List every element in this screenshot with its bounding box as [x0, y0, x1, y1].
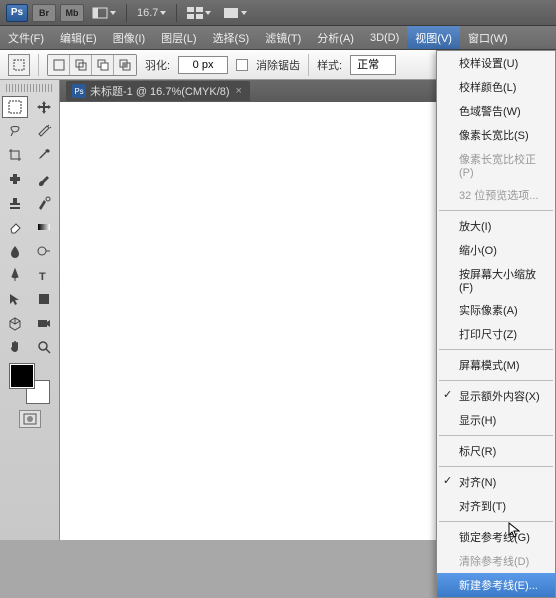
pen-tool[interactable] [2, 264, 28, 286]
foreground-color[interactable] [10, 364, 34, 388]
active-tool-icon[interactable] [8, 54, 30, 76]
antialias-checkbox[interactable] [236, 59, 248, 71]
selection-add[interactable] [70, 55, 92, 75]
photoshop-logo: Ps [6, 4, 28, 22]
menu-lock-guides[interactable]: 锁定参考线(G) [437, 525, 555, 549]
menu-layer[interactable]: 图层(L) [153, 26, 204, 49]
screen-icon [223, 7, 239, 19]
menu-rulers[interactable]: 标尺(R) [437, 439, 555, 463]
feather-input[interactable] [178, 56, 228, 74]
menu-file[interactable]: 文件(F) [0, 26, 52, 49]
menu-select[interactable]: 选择(S) [205, 26, 258, 49]
menu-window[interactable]: 窗口(W) [460, 26, 516, 49]
magic-wand-tool[interactable] [31, 120, 57, 142]
lasso-tool[interactable] [2, 120, 28, 142]
zoom-tool[interactable] [31, 336, 57, 358]
hand-tool[interactable] [2, 336, 28, 358]
menu-pixel-aspect[interactable]: 像素长宽比(S) [437, 123, 555, 147]
menu-screen-mode[interactable]: 屏幕模式(M) [437, 353, 555, 377]
3d-camera-tool[interactable] [31, 312, 57, 334]
menu-32bit-preview: 32 位预览选项... [437, 183, 555, 207]
quickmask-button[interactable] [19, 410, 41, 428]
menu-image[interactable]: 图像(I) [105, 26, 153, 49]
path-selection-tool[interactable] [2, 288, 28, 310]
menubar: 文件(F) 编辑(E) 图像(I) 图层(L) 选择(S) 滤镜(T) 分析(A… [0, 26, 556, 50]
check-icon: ✓ [443, 388, 452, 401]
layout-icon [92, 7, 108, 19]
document-title: 未标题-1 @ 16.7%(CMYK/8) [90, 83, 230, 99]
type-tool[interactable]: T [31, 264, 57, 286]
marquee-tool[interactable] [2, 96, 28, 118]
brush-tool[interactable] [31, 168, 57, 190]
selection-new[interactable] [48, 55, 70, 75]
style-label: 样式: [317, 57, 342, 73]
view-dropdown-menu: 校样设置(U) 校样颜色(L) 色域警告(W) 像素长宽比(S) 像素长宽比校正… [436, 50, 556, 598]
eraser-tool[interactable] [2, 216, 28, 238]
menu-gamut-warning[interactable]: 色域警告(W) [437, 99, 555, 123]
blur-tool[interactable] [2, 240, 28, 262]
view-mode-dropdown[interactable] [183, 7, 215, 19]
shape-tool[interactable] [31, 288, 57, 310]
crop-tool[interactable] [2, 144, 28, 166]
bridge-button[interactable]: Br [32, 4, 56, 22]
healing-tool[interactable] [2, 168, 28, 190]
menu-actual-pixels[interactable]: 实际像素(A) [437, 298, 555, 322]
menu-proof-colors[interactable]: 校样颜色(L) [437, 75, 555, 99]
menu-print-size[interactable]: 打印尺寸(Z) [437, 322, 555, 346]
menu-analysis[interactable]: 分析(A) [309, 26, 362, 49]
menu-edit[interactable]: 编辑(E) [52, 26, 105, 49]
menu-zoom-out[interactable]: 缩小(O) [437, 238, 555, 262]
menu-extras[interactable]: ✓显示额外内容(X) [437, 384, 555, 408]
3d-tool[interactable] [2, 312, 28, 334]
history-brush-tool[interactable] [31, 192, 57, 214]
document-tab[interactable]: Ps 未标题-1 @ 16.7%(CMYK/8) × [66, 81, 250, 101]
layout-dropdown[interactable] [88, 7, 120, 19]
menu-zoom-in[interactable]: 放大(I) [437, 214, 555, 238]
eyedropper-tool[interactable] [31, 144, 57, 166]
grid-icon [187, 7, 203, 19]
style-select[interactable]: 正常 [350, 55, 396, 75]
selection-intersect[interactable] [114, 55, 136, 75]
check-icon: ✓ [443, 474, 452, 487]
dodge-tool[interactable] [31, 240, 57, 262]
svg-text:T: T [39, 271, 46, 283]
cursor-icon [508, 522, 520, 538]
menu-filter[interactable]: 滤镜(T) [257, 26, 309, 49]
zoom-dropdown[interactable]: 16.7 [133, 7, 170, 19]
move-tool[interactable] [31, 96, 57, 118]
stamp-tool[interactable] [2, 192, 28, 214]
close-tab-icon[interactable]: × [234, 85, 244, 97]
screen-mode-dropdown[interactable] [219, 7, 251, 19]
menu-snap-to[interactable]: 对齐到(T) [437, 494, 555, 518]
menu-pixel-aspect-correction: 像素长宽比校正(P) [437, 147, 555, 183]
minibridge-button[interactable]: Mb [60, 4, 84, 22]
antialias-label: 消除锯齿 [256, 57, 300, 73]
menu-proof-setup[interactable]: 校样设置(U) [437, 51, 555, 75]
toolbox-handle[interactable] [6, 84, 53, 92]
gradient-tool[interactable] [31, 216, 57, 238]
selection-mode-group [47, 54, 137, 76]
document-icon: Ps [72, 84, 86, 98]
menu-new-guide[interactable]: 新建参考线(E)... [437, 573, 555, 597]
menu-3d[interactable]: 3D(D) [362, 26, 407, 49]
menu-clear-guides: 清除参考线(D) [437, 549, 555, 573]
feather-label: 羽化: [145, 57, 170, 73]
color-swatch[interactable] [10, 364, 50, 404]
menu-fit-screen[interactable]: 按屏幕大小缩放(F) [437, 262, 555, 298]
menu-show[interactable]: 显示(H) [437, 408, 555, 432]
menu-snap[interactable]: ✓对齐(N) [437, 470, 555, 494]
menu-view[interactable]: 视图(V) [407, 26, 460, 49]
toolbox: T [0, 80, 60, 540]
selection-subtract[interactable] [92, 55, 114, 75]
